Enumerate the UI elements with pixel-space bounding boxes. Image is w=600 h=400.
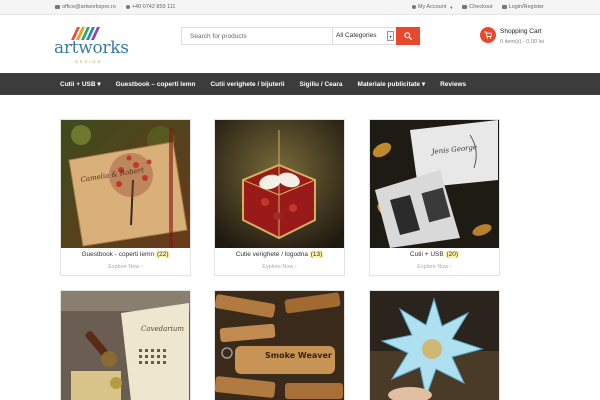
nav-item-cutii-usb[interactable]: Cutii + USB ▾ xyxy=(60,80,101,88)
category-count: (20) xyxy=(445,251,460,258)
explore-now-link[interactable]: Explore Now › xyxy=(370,264,499,270)
category-caption[interactable]: Cutie verighete / logodna (13) xyxy=(215,251,344,258)
logo-text: artworks xyxy=(54,38,129,58)
email-link[interactable]: office@artworkspro.ro xyxy=(55,4,116,10)
search-button[interactable] xyxy=(396,27,420,45)
nav-item-reviews[interactable]: Reviews xyxy=(440,81,466,88)
category-name: Cutie verighete / logodna xyxy=(235,251,308,258)
search-icon xyxy=(404,32,412,40)
category-card-cutii-usb[interactable]: Jenis George Cutii + USB (20) Explore No… xyxy=(369,119,500,276)
category-image-cutii-usb[interactable]: Jenis George xyxy=(370,120,499,248)
nav-item-materiale[interactable]: Materiale publicitate ▾ xyxy=(358,80,426,88)
logo-subtitle: DESIGN xyxy=(75,59,103,64)
nav-item-cutii-verighete[interactable]: Cutii verighete / bijuterii xyxy=(210,81,284,88)
category-card-cutie-verighete[interactable]: Cutie verighete / logodna (13) Explore N… xyxy=(214,119,345,276)
my-account-label: My Account xyxy=(417,4,447,10)
explore-now-link[interactable]: Explore Now › xyxy=(215,264,344,270)
category-select-value: All Categories xyxy=(336,32,377,39)
main-nav: Cutii + USB ▾ Guestbook – coperti lemn C… xyxy=(0,73,600,95)
site-logo[interactable]: artworks DESIGN xyxy=(54,26,129,66)
cart-icon xyxy=(480,27,496,43)
category-select[interactable]: All Categories ▾ xyxy=(332,28,396,44)
phone-link[interactable]: +40 0742 859 111 xyxy=(125,4,176,10)
phone-icon xyxy=(125,5,130,9)
category-image-5[interactable]: Smoke Weaver xyxy=(215,291,344,400)
search-bar: All Categories ▾ xyxy=(181,27,420,45)
login-label: Login/Register xyxy=(508,4,544,10)
category-card-guestbook[interactable]: Camelia & Robert Guestbook - coperti lem… xyxy=(60,119,191,276)
category-count: (13) xyxy=(309,251,324,258)
chevron-down-icon: ▼ xyxy=(449,4,454,10)
cart-title: Shopping Cart xyxy=(500,28,542,35)
category-image-cutie-verighete[interactable] xyxy=(215,120,344,248)
login-link[interactable]: Login/Register xyxy=(501,4,544,10)
shopping-cart[interactable]: Shopping Cart 0 item(s) - 0.00 lei xyxy=(480,27,560,51)
envelope-icon xyxy=(55,5,60,9)
category-image-6[interactable] xyxy=(370,291,499,400)
checkbox-icon xyxy=(462,5,468,9)
select-arrow-icon: ▾ xyxy=(387,31,394,41)
svg-text:Smoke Weaver: Smoke Weaver xyxy=(265,351,332,360)
category-name: Guestbook - coperti lemn xyxy=(81,251,155,258)
user-icon xyxy=(411,5,416,9)
svg-text:Cavedarium: Cavedarium xyxy=(141,325,184,333)
nav-item-guestbook[interactable]: Guestbook – coperti lemn xyxy=(116,81,196,88)
category-count: (22) xyxy=(155,251,170,258)
category-card-6[interactable] xyxy=(369,290,500,400)
category-image-guestbook[interactable]: Camelia & Robert xyxy=(61,120,190,248)
nav-item-sigiliu[interactable]: Sigiliu / Ceara xyxy=(300,81,343,88)
lock-icon xyxy=(501,5,507,9)
category-image-4[interactable]: Cavedarium xyxy=(61,291,190,400)
checkout-label: Checkout xyxy=(469,4,493,10)
explore-now-link[interactable]: Explore Now › xyxy=(61,264,190,270)
cart-count: 0 item(s) - 0.00 lei xyxy=(500,39,545,45)
search-input[interactable] xyxy=(182,28,332,44)
category-name: Cutii + USB xyxy=(409,251,444,258)
category-caption[interactable]: Guestbook - coperti lemn (22) xyxy=(61,251,190,258)
my-account-link[interactable]: My Account ▼ xyxy=(411,4,454,10)
checkout-link[interactable]: Checkout xyxy=(462,4,493,10)
phone-text: +40 0742 859 111 xyxy=(131,4,176,10)
category-card-4[interactable]: Cavedarium xyxy=(60,290,191,400)
top-bar: office@artworkspro.ro +40 0742 859 111 M… xyxy=(0,0,600,15)
email-text: office@artworkspro.ro xyxy=(62,4,116,10)
category-caption[interactable]: Cutii + USB (20) xyxy=(370,251,499,258)
category-card-5[interactable]: Smoke Weaver xyxy=(214,290,345,400)
